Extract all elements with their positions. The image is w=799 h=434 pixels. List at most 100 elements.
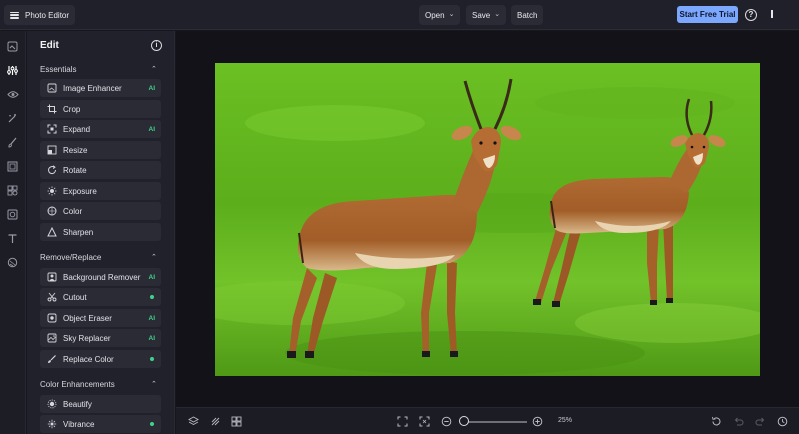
tool-label: Color <box>63 206 83 216</box>
section-essentials-header[interactable]: Essentials <box>40 65 76 74</box>
tool-cutout[interactable]: Cutout <box>40 288 161 306</box>
graphics-icon[interactable] <box>5 183 20 198</box>
tool-object-eraser[interactable]: Object Eraser AI <box>40 309 161 327</box>
tool-label: Exposure <box>63 186 97 196</box>
tool-label: Sharpen <box>63 227 94 237</box>
tool-label: Replace Color <box>63 354 114 364</box>
tool-label: Beautify <box>63 399 92 409</box>
tool-sky-replacer[interactable]: Sky Replacer AI <box>40 329 161 347</box>
ai-badge: AI <box>148 273 156 281</box>
paint-brush-icon[interactable] <box>5 135 20 150</box>
open-button[interactable]: Open ⌄ <box>419 5 461 25</box>
tool-label: Object Eraser <box>63 313 112 323</box>
edit-sliders-icon[interactable] <box>5 63 20 78</box>
frames-icon[interactable] <box>5 159 20 174</box>
edit-panel: Edit i Essentials ⌃ Image Enhancer AI Cr… <box>27 31 175 434</box>
batch-label: Batch <box>517 10 538 20</box>
ai-badge: AI <box>148 84 156 92</box>
impala-photo <box>215 63 760 376</box>
crop-icon <box>45 104 59 114</box>
new-badge-dot <box>150 295 154 299</box>
zoom-slider-track[interactable] <box>461 421 527 423</box>
image-enhancer-icon <box>45 83 59 93</box>
hamburger-icon <box>10 11 19 19</box>
tool-sharpen[interactable]: Sharpen <box>40 223 161 241</box>
app-title: Photo Editor <box>25 10 70 20</box>
chevron-up-icon[interactable]: ⌃ <box>151 65 157 73</box>
eye-icon[interactable] <box>5 87 20 102</box>
tool-beautify[interactable]: Beautify <box>40 395 161 413</box>
tool-label: Background Remover <box>63 272 141 282</box>
ai-badge: AI <box>148 314 156 322</box>
zoom-out-icon[interactable] <box>439 414 453 428</box>
save-label: Save <box>472 10 491 20</box>
ai-badge: AI <box>148 125 156 133</box>
tool-color[interactable]: Color <box>40 202 161 220</box>
sharpen-icon <box>45 227 59 237</box>
textures-icon[interactable] <box>5 255 20 270</box>
tool-background-remover[interactable]: Background Remover AI <box>40 268 161 286</box>
tool-crop[interactable]: Crop <box>40 100 161 118</box>
tool-label: Rotate <box>63 165 87 175</box>
tool-exposure[interactable]: Exposure <box>40 182 161 200</box>
save-button[interactable]: Save ⌄ <box>466 5 507 25</box>
open-label: Open <box>425 10 445 20</box>
account-menu-icon[interactable] <box>771 10 773 18</box>
zoom-slider-handle[interactable] <box>459 416 470 426</box>
tool-label: Image Enhancer <box>63 83 122 93</box>
tool-resize[interactable]: Resize <box>40 141 161 159</box>
reset-icon[interactable] <box>709 414 723 428</box>
tool-label: Cutout <box>63 292 87 302</box>
zoom-level[interactable]: 25% <box>558 417 572 424</box>
chevron-up-icon[interactable]: ⌃ <box>151 253 157 261</box>
tool-label: Vibrance <box>63 419 95 429</box>
effects-wand-icon[interactable] <box>5 111 20 126</box>
zoom-in-icon[interactable] <box>530 414 544 428</box>
overlay-icon[interactable] <box>5 207 20 222</box>
top-bar: Photo Editor Open ⌄ Save ⌄ Batch Start F… <box>0 0 799 30</box>
new-badge-dot <box>150 422 154 426</box>
layers-panel-icon[interactable] <box>5 39 20 54</box>
tool-replace-color[interactable]: Replace Color <box>40 350 161 368</box>
tool-label: Sky Replacer <box>63 333 111 343</box>
vibrance-icon <box>45 419 59 429</box>
new-badge-dot <box>150 357 154 361</box>
chevron-up-icon[interactable]: ⌃ <box>151 380 157 388</box>
section-color-enhancements-header[interactable]: Color Enhancements <box>40 380 115 389</box>
photo-canvas[interactable] <box>215 63 760 376</box>
canvas-area[interactable] <box>176 31 799 407</box>
resize-icon <box>45 145 59 155</box>
undo-icon[interactable] <box>731 414 745 428</box>
info-icon[interactable]: i <box>151 40 162 51</box>
history-icon[interactable] <box>775 414 789 428</box>
compare-icon[interactable] <box>208 414 222 428</box>
layers-icon[interactable] <box>186 414 200 428</box>
bottom-toolbar: 25% <box>176 407 799 434</box>
grid-view-icon[interactable] <box>229 414 243 428</box>
section-remove-replace-header[interactable]: Remove/Replace <box>40 253 101 262</box>
tool-label: Resize <box>63 145 88 155</box>
tool-expand[interactable]: Expand AI <box>40 120 161 138</box>
main-menu-button[interactable]: Photo Editor <box>4 5 76 25</box>
fit-to-screen-icon[interactable] <box>395 414 409 428</box>
actual-size-icon[interactable] <box>417 414 431 428</box>
beautify-icon <box>45 399 59 409</box>
chevron-down-icon: ⌄ <box>448 11 455 18</box>
tool-image-enhancer[interactable]: Image Enhancer AI <box>40 79 161 97</box>
rotate-icon <box>45 165 59 175</box>
tool-rotate[interactable]: Rotate <box>40 161 161 179</box>
start-free-trial-button[interactable]: Start Free Trial <box>677 6 738 23</box>
batch-button[interactable]: Batch <box>511 5 544 25</box>
exposure-icon <box>45 186 59 196</box>
text-tool-icon[interactable] <box>5 231 20 246</box>
color-icon <box>45 206 59 216</box>
expand-icon <box>45 124 59 134</box>
replace-color-icon <box>45 354 59 364</box>
panel-title: Edit <box>40 40 59 51</box>
tool-vibrance[interactable]: Vibrance <box>40 415 161 433</box>
object-eraser-icon <box>45 313 59 323</box>
redo-icon[interactable] <box>753 414 767 428</box>
background-remover-icon <box>45 272 59 282</box>
tool-label: Expand <box>63 124 91 134</box>
help-circle-icon[interactable]: ? <box>745 9 757 21</box>
